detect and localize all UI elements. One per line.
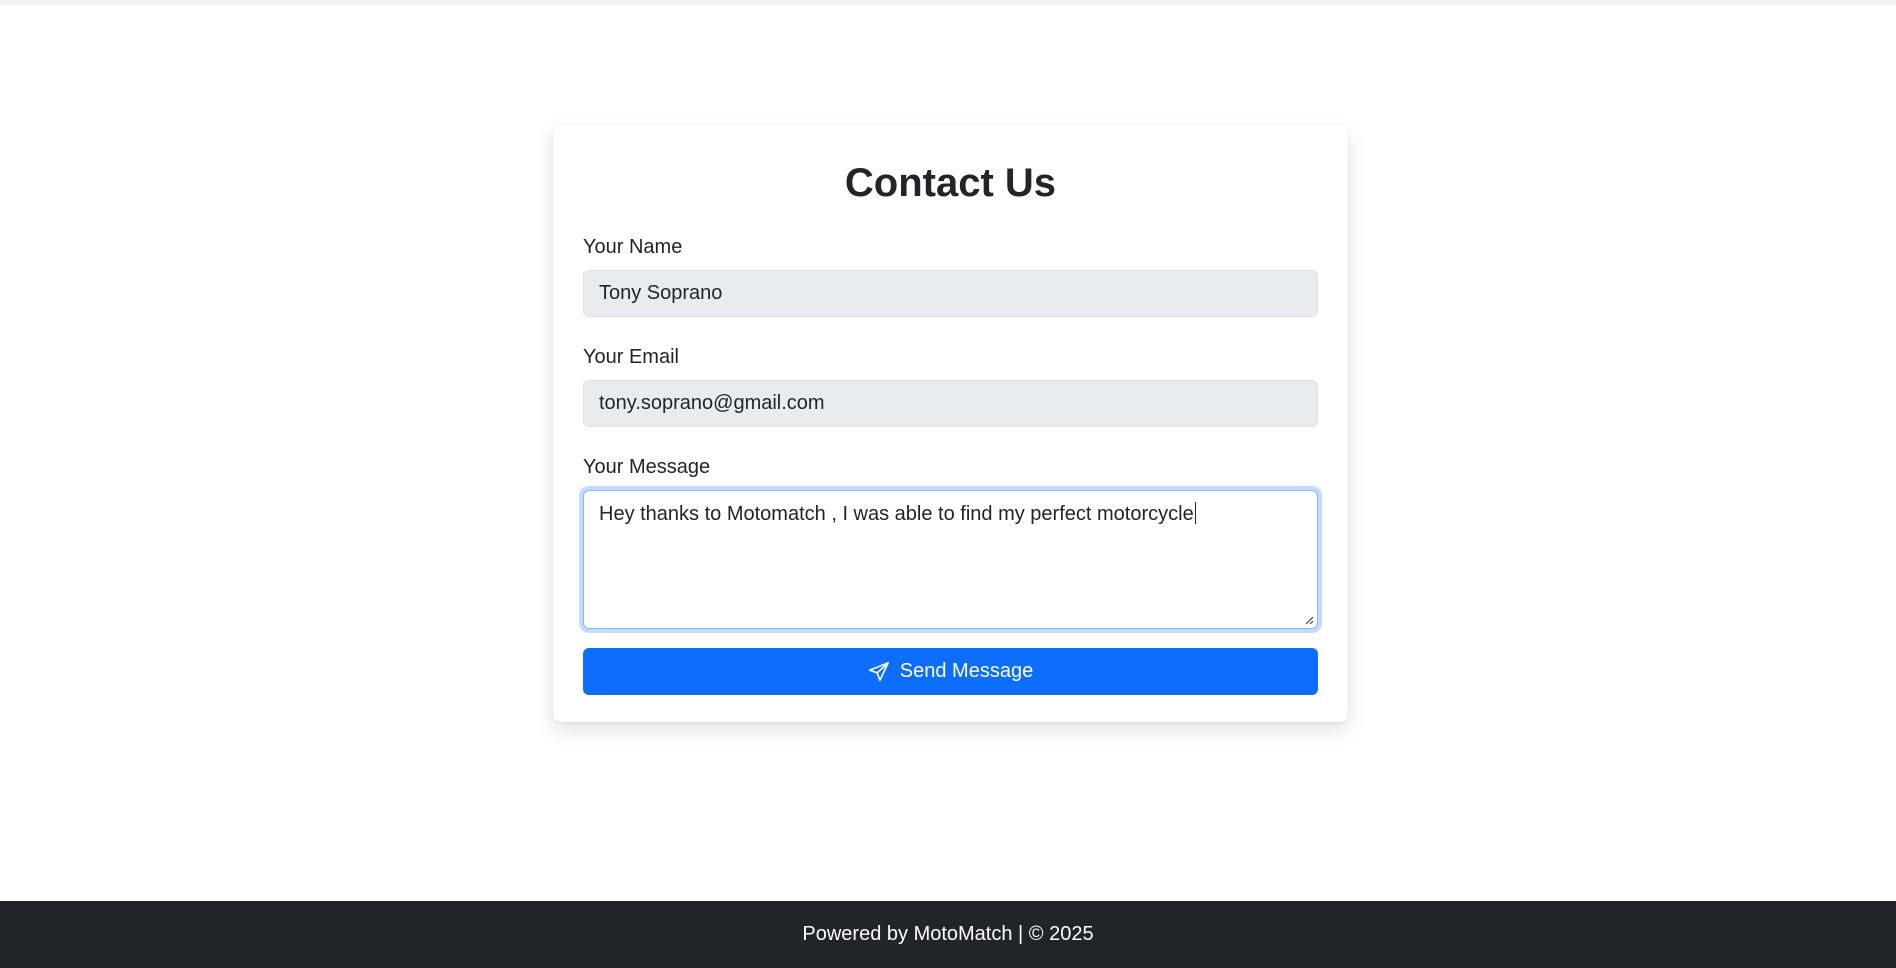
email-input[interactable]: tony.soprano@gmail.com bbox=[583, 380, 1318, 427]
footer-text: Powered by MotoMatch | © 2025 bbox=[802, 923, 1094, 945]
email-label: Your Email bbox=[583, 346, 679, 368]
footer: Powered by MotoMatch | © 2025 bbox=[0, 901, 1896, 968]
send-message-button[interactable]: Send Message bbox=[583, 648, 1318, 695]
email-group: Your Email tony.soprano@gmail.com bbox=[583, 345, 1318, 427]
top-bar bbox=[0, 0, 1896, 5]
name-input[interactable]: Tony Soprano bbox=[583, 270, 1318, 317]
send-button-label: Send Message bbox=[899, 660, 1034, 682]
message-textarea[interactable]: Hey thanks to Motomatch , I was able to … bbox=[583, 490, 1318, 629]
message-label: Your Message bbox=[583, 456, 711, 478]
resize-handle-icon[interactable] bbox=[1304, 615, 1314, 625]
message-text: Hey thanks to Motomatch , I was able to … bbox=[599, 503, 1194, 525]
send-icon bbox=[868, 661, 890, 683]
message-group: Your Message Hey thanks to Motomatch , I… bbox=[583, 455, 1318, 629]
name-label: Your Name bbox=[583, 236, 683, 258]
contact-card: Contact Us Your Name Tony Soprano Your E… bbox=[553, 125, 1348, 722]
name-group: Your Name Tony Soprano bbox=[583, 235, 1318, 317]
page: Contact Us Your Name Tony Soprano Your E… bbox=[0, 0, 1896, 968]
text-caret bbox=[1194, 502, 1196, 524]
page-title: Contact Us bbox=[844, 161, 1057, 205]
